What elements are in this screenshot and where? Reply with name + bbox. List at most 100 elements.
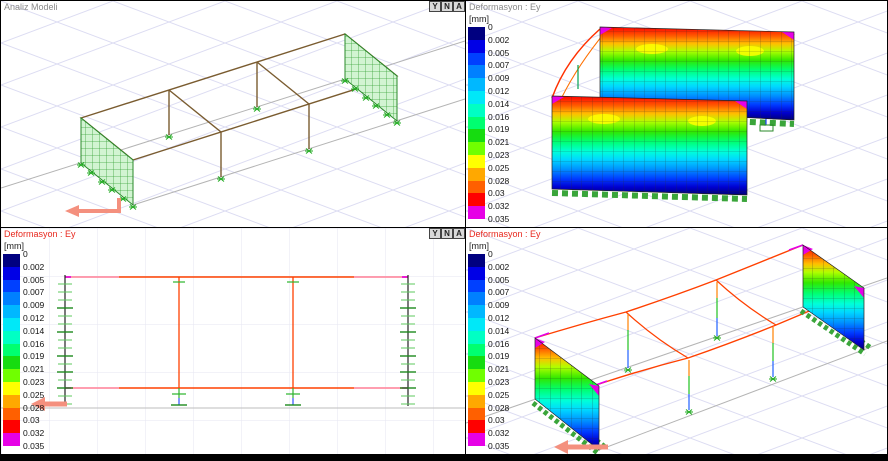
- legend-color-cell: [468, 395, 485, 408]
- legend-color-cell: [468, 104, 485, 117]
- viewport-title: Deformasyon : Ey: [469, 229, 541, 240]
- legend-color-cell: [468, 142, 485, 155]
- viewport-deformation-plan[interactable]: Deformasyon : Ey [mm] 00.0020.0050.0070.…: [1, 228, 465, 454]
- legend-value-label: 0.014: [488, 327, 509, 336]
- legend-color-cell: [3, 356, 20, 369]
- legend-value-label: 0.019: [488, 352, 509, 361]
- legend-color-cell: [468, 254, 485, 267]
- viewport-title: Deformasyon : Ey: [469, 2, 541, 13]
- legend-value-label: 0.021: [488, 138, 509, 147]
- legend-color-cell: [468, 193, 485, 206]
- legend-color-cell: [3, 305, 20, 318]
- legend-color-cell: [468, 53, 485, 66]
- contour-legend: 00.0020.0050.0070.0090.0120.0140.0160.01…: [468, 27, 528, 227]
- legend-value-label: 0.019: [488, 125, 509, 134]
- viewport-button-y[interactable]: Y: [429, 228, 441, 239]
- legend-value-label: 0.035: [488, 442, 509, 451]
- legend-value-label: 0.014: [23, 327, 44, 336]
- viewport-button-a[interactable]: A: [453, 1, 465, 12]
- legend-value-label: 0.032: [488, 429, 509, 438]
- legend-value-label: 0: [23, 250, 28, 259]
- legend-color-bar: [468, 27, 485, 219]
- viewport-deformation-iso[interactable]: Deformasyon : Ey [mm] 0 0.002 0.005 0.007 0.…: [466, 228, 887, 454]
- legend-color-cell: [468, 78, 485, 91]
- legend-color-cell: [468, 206, 485, 219]
- legend-color-cell: [3, 395, 20, 408]
- legend-value-label: 0.007: [488, 288, 509, 297]
- legend-color-cell: [3, 318, 20, 331]
- legend-value-label: 0.028: [488, 177, 509, 186]
- legend-color-bar: [468, 254, 485, 446]
- legend-color-cell: [468, 40, 485, 53]
- legend-color-cell: [3, 254, 20, 267]
- legend-color-cell: [468, 155, 485, 168]
- square-grid-background: [1, 228, 465, 454]
- viewport-button-n[interactable]: N: [441, 1, 453, 12]
- viewport-title: Analiz Modeli: [4, 2, 58, 13]
- legend-unit: [mm]: [469, 241, 489, 251]
- legend-color-cell: [468, 267, 485, 280]
- viewport-button-group: Y N A: [429, 1, 465, 12]
- legend-color-cell: [468, 356, 485, 369]
- legend-value-label: 0.012: [488, 87, 509, 96]
- contour-legend: 00.0020.0050.0070.0090.0120.0140.0160.01…: [3, 254, 63, 454]
- legend-value-label: 0: [488, 23, 493, 32]
- legend-color-cell: [3, 382, 20, 395]
- legend-value-label: 0.019: [23, 352, 44, 361]
- deformation-canvas-top[interactable]: [466, 1, 887, 227]
- viewport-button-a[interactable]: A: [453, 228, 465, 239]
- deformation-canvas-iso[interactable]: [466, 228, 887, 454]
- viewport-button-n[interactable]: N: [441, 228, 453, 239]
- legend-color-cell: [468, 292, 485, 305]
- legend-color-cell: [3, 331, 20, 344]
- legend-color-cell: [468, 91, 485, 104]
- legend-value-label: 0.002: [23, 263, 44, 272]
- legend-color-cell: [468, 305, 485, 318]
- legend-value-label: 0.021: [488, 365, 509, 374]
- legend-color-cell: [468, 168, 485, 181]
- legend-color-cell: [468, 65, 485, 78]
- legend-value-label: 0: [488, 250, 493, 259]
- legend-color-cell: [3, 292, 20, 305]
- deformation-canvas-plan[interactable]: [1, 228, 465, 454]
- analysis-model-canvas[interactable]: [1, 1, 465, 227]
- legend-color-cell: [468, 331, 485, 344]
- legend-color-cell: [468, 382, 485, 395]
- legend-value-label: 0.023: [488, 378, 509, 387]
- legend-color-bar: [3, 254, 20, 446]
- legend-value-label: 0.035: [488, 215, 509, 224]
- viewport-deformation-walls-front[interactable]: Deformasyon : Ey [mm] 00.0020.0050.0070.…: [466, 1, 887, 227]
- legend-value-label: 0.028: [23, 404, 44, 413]
- legend-color-cell: [468, 280, 485, 293]
- legend-value-label: 0.014: [488, 100, 509, 109]
- legend-value-label: 0.025: [488, 391, 509, 400]
- legend-value-label: 0.012: [23, 314, 44, 323]
- app-window: Analiz Modeli Y N A: [0, 0, 888, 461]
- legend-color-cell: [3, 420, 20, 433]
- legend-color-cell: [3, 280, 20, 293]
- legend-color-cell: [3, 369, 20, 382]
- legend-value-label: 0.03: [23, 416, 40, 425]
- legend-color-cell: [3, 433, 20, 446]
- legend-value-label: 0.002: [488, 263, 509, 272]
- legend-value-label: 0.005: [488, 276, 509, 285]
- legend-value-label: 0.012: [488, 314, 509, 323]
- legend-color-cell: [468, 318, 485, 331]
- legend-value-label: 0.028: [488, 404, 509, 413]
- legend-unit: [mm]: [469, 14, 489, 24]
- legend-color-cell: [468, 420, 485, 433]
- legend-value-label: 0.016: [488, 113, 509, 122]
- viewport-button-group: Y N A: [429, 228, 465, 239]
- legend-value-label: 0.016: [23, 340, 44, 349]
- contour-legend: 00.0020.0050.0070.0090.0120.0140.0160.01…: [468, 254, 528, 454]
- bottom-strip: [0, 454, 888, 461]
- legend-value-label: 0.032: [488, 202, 509, 211]
- legend-color-cell: [468, 433, 485, 446]
- legend-value-label: 0.023: [488, 151, 509, 160]
- contour-panel-front: [552, 96, 747, 195]
- legend-color-cell: [468, 129, 485, 142]
- viewport-button-y[interactable]: Y: [429, 1, 441, 12]
- legend-value-label: 0.009: [23, 301, 44, 310]
- legend-value-label: 0.023: [23, 378, 44, 387]
- viewport-analysis-model[interactable]: Analiz Modeli Y N A: [1, 1, 465, 227]
